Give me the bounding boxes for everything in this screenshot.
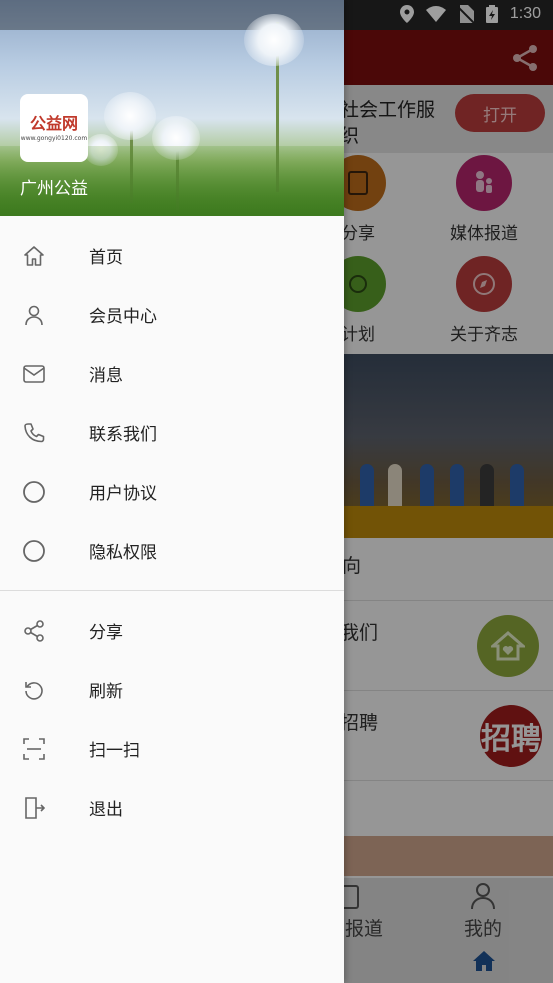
share-icon [22,619,46,643]
menu-item-share[interactable]: 分享 [0,601,344,660]
scan-icon [22,737,46,761]
menu-label: 分享 [89,623,123,643]
dandelion-puff [104,92,156,140]
logo-url: www.gongyi0120.com [20,134,88,142]
menu-label: 联系我们 [89,425,157,445]
home-icon [22,244,46,268]
user-icon [22,303,46,327]
logo-text: 公益网 [29,113,78,133]
menu-item-scan[interactable]: 扫一扫 [0,719,344,778]
menu-label: 会员中心 [89,307,157,327]
menu-item-refresh[interactable]: 刷新 [0,660,344,719]
menu-label: 消息 [89,366,123,386]
refresh-icon [22,678,46,702]
circle-icon [22,539,46,563]
menu-label: 退出 [89,800,123,820]
menu-label: 用户协议 [89,484,157,504]
drawer-menu-secondary: 分享 刷新 扫一扫 退出 [0,601,344,837]
menu-label: 刷新 [89,682,123,702]
menu-item-contact[interactable]: 联系我们 [0,403,344,462]
menu-item-messages[interactable]: 消息 [0,344,344,403]
menu-label: 首页 [89,248,123,268]
circle-icon [22,480,46,504]
mail-icon [22,362,46,386]
menu-item-logout[interactable]: 退出 [0,778,344,837]
navigation-drawer: 公益网 www.gongyi0120.com 广州公益 首页 会员中心 消息 联… [0,0,344,983]
menu-divider [0,590,344,591]
dandelion-puff [244,14,304,66]
exit-icon [22,796,46,820]
menu-item-privacy[interactable]: 隐私权限 [0,521,344,580]
drawer-header: 公益网 www.gongyi0120.com 广州公益 [0,0,344,216]
drawer-menu-primary: 首页 会员中心 消息 联系我们 用户协议 隐私权限 [0,216,344,580]
drawer-app-name: 广州公益 [20,179,88,199]
menu-label: 隐私权限 [89,543,157,563]
phone-icon [22,421,46,445]
menu-label: 扫一扫 [89,741,140,761]
menu-item-member-center[interactable]: 会员中心 [0,285,344,344]
menu-item-home[interactable]: 首页 [0,226,344,285]
menu-item-user-agreement[interactable]: 用户协议 [0,462,344,521]
app-logo: 公益网 www.gongyi0120.com [20,94,88,162]
